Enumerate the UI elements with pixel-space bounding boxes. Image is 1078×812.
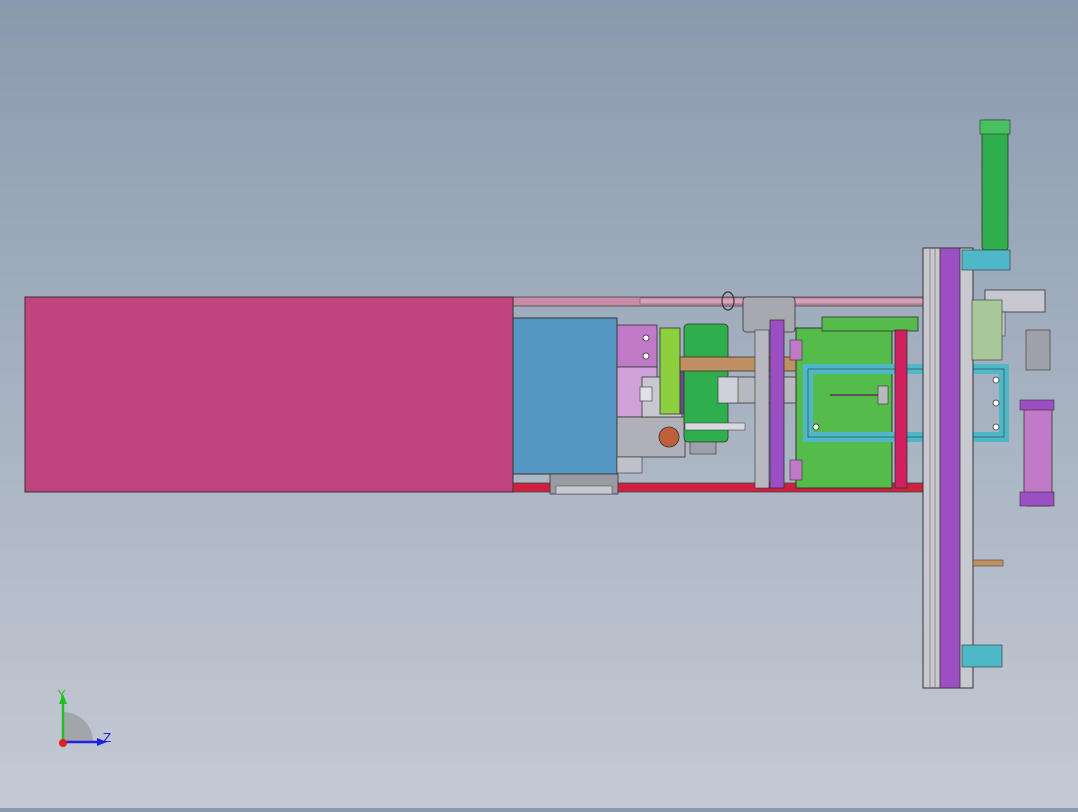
- cylinder-cap: [689, 441, 717, 455]
- tan-tab: [972, 559, 1004, 567]
- gray-rail-a: [754, 329, 770, 489]
- round-head: [742, 296, 796, 333]
- triad-arc: [63, 712, 93, 742]
- crimson-strip: [894, 329, 908, 489]
- bottom-pulley-rim: [555, 485, 613, 495]
- z-axis-label: Z: [103, 731, 112, 745]
- x-axis-dot: [59, 739, 67, 747]
- purple-rail-a: [769, 319, 785, 489]
- purple-cylinder-cap: [1019, 399, 1055, 411]
- purple-clip: [789, 339, 803, 361]
- purple-clip: [789, 459, 803, 481]
- rod-nut: [877, 385, 889, 405]
- green-plate-top: [821, 316, 919, 332]
- bolt-hole: [812, 423, 820, 431]
- bolt-hole: [642, 352, 650, 360]
- slide-end: [717, 376, 739, 404]
- cad-viewport[interactable]: Y Z: [0, 0, 1078, 808]
- axis-triad: [59, 694, 107, 747]
- piston-rod: [684, 422, 746, 431]
- assembly-model[interactable]: [0, 0, 1078, 808]
- clamp-foot: [616, 456, 643, 474]
- lilac-block-upper: [616, 324, 658, 368]
- teal-mount-top: [961, 249, 1011, 271]
- bolt-hole: [992, 423, 1000, 431]
- bracket-pin: [639, 386, 653, 402]
- y-axis-label: Y: [58, 688, 66, 702]
- threaded-rod: [1025, 329, 1051, 371]
- bolt-hole: [992, 399, 1000, 407]
- purple-cylinder-base: [1019, 491, 1055, 507]
- top-green-cylinder[interactable]: [981, 119, 1009, 251]
- cylinder-end-cap: [979, 119, 1011, 135]
- teal-mount-bottom: [961, 644, 1003, 668]
- vertical-purple-rail: [939, 247, 961, 689]
- lime-plate: [659, 327, 681, 415]
- blue-motor-block[interactable]: [512, 317, 618, 475]
- copper-knob[interactable]: [658, 426, 680, 448]
- light-green-block: [971, 299, 1003, 361]
- bolt-hole: [992, 376, 1000, 384]
- purple-cylinder[interactable]: [1023, 407, 1053, 507]
- bolt-hole: [642, 334, 650, 342]
- magenta-housing[interactable]: [24, 296, 514, 493]
